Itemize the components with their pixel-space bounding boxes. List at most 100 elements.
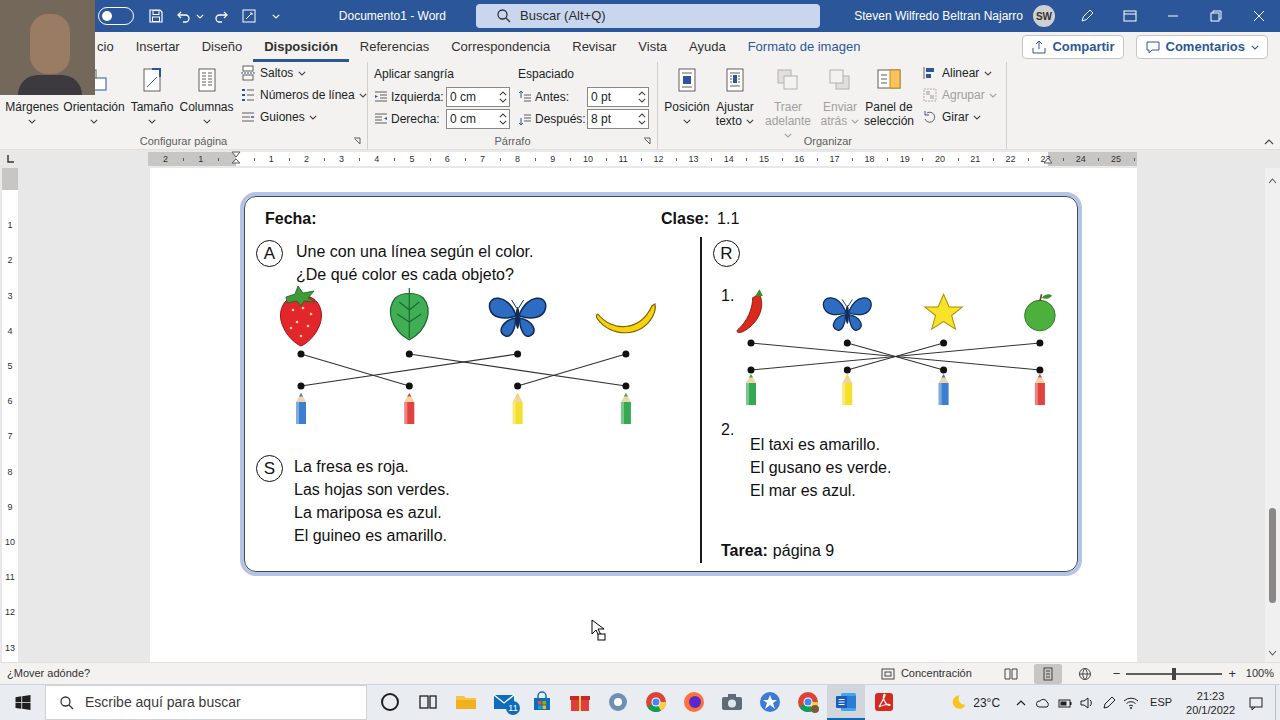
spin-buttons[interactable] [497,110,509,128]
share-label: Compartir [1052,37,1114,57]
scroll-up-icon[interactable] [1268,178,1277,184]
autosave-toggle[interactable] [98,7,134,25]
document-page[interactable]: Fecha:Clase:1.1AUne con una línea según … [150,168,1137,662]
taskbar-app[interactable] [865,685,903,720]
spin-field[interactable]: 0 cm [446,87,510,107]
scroll-down-icon[interactable] [1268,650,1277,656]
taskbar-app[interactable] [827,685,865,720]
taskbar-app[interactable] [409,685,447,720]
battery-icon[interactable] [1054,685,1076,720]
ribbon-small-button[interactable]: Saltos [240,62,368,84]
taskbar-app[interactable] [561,685,599,720]
left-indent-marker-icon[interactable] [231,151,241,166]
taskbar-search-input[interactable] [85,692,366,713]
vertical-scrollbar[interactable] [1265,168,1280,662]
ribbon-button[interactable]: Panel de selección [862,62,916,128]
chevron-down-icon [683,119,692,125]
taskbar-app[interactable]: 11 [485,685,523,720]
view-button[interactable] [1071,664,1099,684]
taskbar-app[interactable] [371,685,409,720]
taskbar-app[interactable] [523,685,561,720]
taskbar-app[interactable] [751,685,789,720]
ribbon-tab[interactable]: Diseño [191,32,253,62]
ribbon-tab[interactable]: Referencias [349,32,440,62]
wifi-icon[interactable] [1120,685,1142,720]
chevron-down-icon [784,133,793,139]
taskbar-app[interactable] [789,685,827,720]
taskbar-search[interactable] [45,685,367,720]
zoom-in-button[interactable]: + [1228,667,1236,681]
save-icon[interactable] [148,8,164,24]
pen-icon[interactable] [1098,685,1120,720]
ribbon-button[interactable]: Posición [662,62,712,128]
ribbon-display-button[interactable] [1108,0,1151,32]
view-button[interactable] [997,664,1025,684]
taskbar-app[interactable] [447,685,485,720]
tab-selector[interactable] [0,154,20,164]
search-box[interactable] [476,4,820,28]
search-input[interactable] [520,6,820,26]
zoom-out-button[interactable]: − [1113,667,1121,681]
minimize-button[interactable] [1151,0,1194,32]
vertical-ruler[interactable]: 12345678910111213 [2,168,18,662]
dialog-launcher-icon[interactable] [353,137,361,145]
close-button[interactable] [1237,0,1280,32]
focus-button[interactable]: Concentración [880,665,972,682]
user-name[interactable]: Steven Wilfredo Beltran Najarro [854,7,1023,25]
format-icon[interactable] [241,8,257,24]
scroll-thumb[interactable] [1269,508,1276,603]
connection-dot [298,351,305,358]
taskbar-app[interactable] [599,685,637,720]
taskbar-app[interactable] [713,685,751,720]
onedrive-icon[interactable] [1032,685,1054,720]
designer-pen-button[interactable] [1065,0,1108,32]
dialog-launcher-icon[interactable] [643,137,651,145]
ribbon-small-button[interactable]: Números de línea [240,84,368,106]
ribbon-tab[interactable]: Correspondencia [440,32,561,62]
spin-field[interactable]: 0 cm [446,109,510,129]
show-desktop[interactable] [1275,685,1280,720]
clock[interactable]: 21:2320/1/2022 [1186,689,1235,717]
zoom-level[interactable]: 100% [1244,665,1274,682]
ribbon-tab[interactable]: Revisar [561,32,627,62]
user-avatar[interactable]: SW [1033,5,1055,27]
restore-button[interactable] [1194,0,1237,32]
spin-buttons[interactable] [636,110,648,128]
spin-field[interactable]: 0 pt [587,87,649,107]
weather-text: 23°C [973,694,1000,712]
ribbon-button[interactable]: Tamaño [127,62,177,128]
horizontal-ruler[interactable]: 2112345678910111213141516171819202122232… [148,152,1137,166]
show-hidden-icon[interactable] [1010,685,1032,720]
worksheet-image[interactable]: Fecha:Clase:1.1AUne con una línea según … [240,192,1082,576]
spin-field[interactable]: 8 pt [587,109,649,129]
notifications-icon[interactable] [1247,694,1265,712]
collapse-ribbon-icon[interactable] [1264,139,1274,145]
taskbar-app[interactable] [675,685,713,720]
share-button[interactable]: Compartir [1022,35,1123,59]
view-button[interactable] [1034,664,1062,684]
ribbon-small-button[interactable]: Guiones [240,106,368,128]
start-button[interactable] [0,685,45,720]
right-indent-marker-icon[interactable] [1043,157,1053,165]
comments-button[interactable]: Comentarios [1136,35,1268,59]
ribbon-small-button[interactable]: Alinear [922,62,998,84]
undo-icon[interactable] [176,8,192,24]
ribbon-button[interactable]: Ajustar texto [712,62,758,128]
spin-buttons[interactable] [636,88,648,106]
weather-widget[interactable]: 23°C [948,693,1000,713]
ribbon-button[interactable]: Columnas [177,62,236,128]
pencil-picture [842,374,852,405]
zoom-thumb[interactable] [1172,668,1176,680]
speaker-icon[interactable] [1076,685,1098,720]
ribbon-tab[interactable]: Insertar [125,32,191,62]
repeat-icon[interactable] [213,8,229,24]
ribbon-small-button[interactable]: Girar [922,106,998,128]
ribbon-tab[interactable]: Ayuda [678,32,737,62]
zoom-slider[interactable] [1126,673,1222,675]
input-language[interactable]: ESP [1150,694,1172,711]
ribbon-tab[interactable]: Formato de imagen [737,32,872,62]
ribbon-tab[interactable]: Vista [627,32,678,62]
taskbar-app[interactable] [637,685,675,720]
spin-buttons[interactable] [497,88,509,106]
ribbon-tab[interactable]: Disposición [253,32,349,62]
